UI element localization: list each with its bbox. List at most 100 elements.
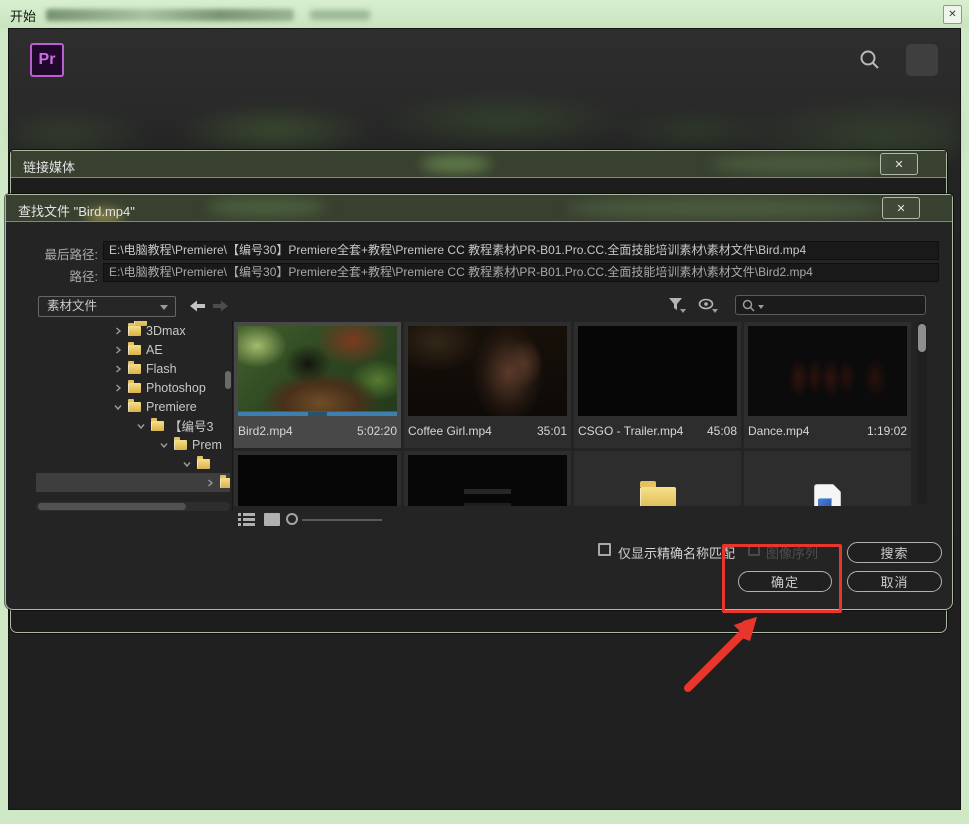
- link-media-close-button[interactable]: ✕: [880, 153, 918, 175]
- find-file-titlebar: 查找文件 "Bird.mp4" ✕: [6, 195, 952, 222]
- tree-item-label: Premiere: [146, 399, 197, 414]
- file-caption: Coffee Girl.mp4 35:01: [408, 420, 567, 442]
- folder-icon: [128, 398, 141, 412]
- video-thumbnail: [238, 326, 397, 416]
- folder-thumbnail: [578, 455, 737, 506]
- media-file-thumbnail: [748, 455, 907, 506]
- file-name: CSGO - Trailer.mp4: [578, 424, 684, 438]
- folder-icon: [128, 360, 141, 374]
- folder-icon: [220, 474, 230, 488]
- chevron-down-icon[interactable]: [159, 440, 169, 450]
- find-file-close-button[interactable]: ✕: [882, 197, 920, 219]
- blurred-title-text: [46, 9, 294, 21]
- list-view-button[interactable]: [238, 512, 256, 531]
- file-card-Dance.mp4[interactable]: Dance.mp4 1:19:02: [744, 322, 911, 448]
- chevron-down-icon[interactable]: [113, 402, 123, 412]
- file-grid: Bird2.mp4 5:02:20 Coffee Girl.mp4 35:01 CSGO…: [234, 321, 918, 506]
- tree-item-label: Flash: [146, 361, 177, 376]
- avatar[interactable]: [906, 44, 938, 76]
- chevron-right-icon[interactable]: [113, 326, 123, 336]
- back-arrow-button[interactable]: [189, 299, 206, 313]
- chevron-right-icon[interactable]: [113, 345, 123, 355]
- tree-item-3Dmax[interactable]: 3Dmax: [36, 321, 230, 340]
- file-name: Dance.mp4: [748, 424, 810, 438]
- tree-item-Flash[interactable]: Flash: [36, 359, 230, 378]
- annotation-rectangle: [722, 544, 842, 613]
- link-media-titlebar: 链接媒体 ✕: [11, 151, 946, 178]
- eye-icon[interactable]: [698, 297, 718, 316]
- tree-item-label: Photoshop: [146, 380, 206, 395]
- zoom-slider-track[interactable]: [302, 519, 382, 521]
- link-media-title: 链接媒体: [23, 160, 76, 175]
- folder-icon: [128, 322, 141, 336]
- blurred-title-text-2: [310, 10, 370, 20]
- tree-item-Photoshop[interactable]: Photoshop: [36, 378, 230, 397]
- file-grid-row1: Bird2.mp4 5:02:20 Coffee Girl.mp4 35:01 CSGO…: [234, 322, 911, 448]
- folder-icon: [197, 455, 210, 469]
- grid-vertical-scrollbar[interactable]: [917, 322, 927, 504]
- tree-item-Prem[interactable]: Prem: [36, 435, 230, 454]
- panel-divider: [232, 321, 233, 511]
- file-card[interactable]: [234, 451, 401, 506]
- file-duration: 1:19:02: [866, 424, 907, 438]
- file-caption: Dance.mp4 1:19:02: [748, 420, 907, 442]
- filter-icon[interactable]: [668, 297, 686, 316]
- scrub-bar: [238, 411, 397, 416]
- chevron-down-icon[interactable]: [136, 421, 146, 431]
- location-dropdown[interactable]: 素材文件: [38, 296, 176, 317]
- location-dropdown-value: 素材文件: [47, 299, 98, 313]
- os-close-button[interactable]: ✕: [943, 5, 962, 24]
- file-card-CSGO - Trailer.mp4[interactable]: CSGO - Trailer.mp4 45:08: [574, 322, 741, 448]
- file-grid-row2: [234, 451, 911, 506]
- file-card[interactable]: [744, 451, 911, 506]
- tree-horizontal-scrollbar[interactable]: [36, 502, 230, 511]
- folder-icon: [639, 480, 676, 506]
- path-value[interactable]: E:\电脑教程\Premiere\【编号30】Premiere全套+教程\Pre…: [103, 263, 939, 282]
- forward-arrow-button[interactable]: [212, 299, 229, 313]
- tree-item-label: Prem: [192, 437, 222, 452]
- folder-icon: [128, 379, 141, 393]
- search-icon[interactable]: [858, 48, 882, 72]
- last-path-value[interactable]: E:\电脑教程\Premiere\【编号30】Premiere全套+教程\Pre…: [103, 241, 939, 260]
- search-button[interactable]: 搜索: [847, 542, 942, 563]
- tree-item[interactable]: [36, 473, 230, 492]
- chevron-down-icon: [160, 305, 168, 310]
- os-window-title: 开始: [10, 9, 37, 24]
- chevron-right-icon[interactable]: [113, 383, 123, 393]
- file-duration: 35:01: [536, 424, 567, 438]
- os-titlebar: 开始 ✕: [0, 0, 969, 28]
- zoom-slider-knob[interactable]: [286, 513, 298, 525]
- tree-item-Premiere[interactable]: Premiere: [36, 397, 230, 416]
- folder-icon: [128, 341, 141, 355]
- scrollbar-thumb[interactable]: [918, 324, 926, 352]
- video-thumbnail: [748, 326, 907, 416]
- cancel-button[interactable]: 取消: [847, 571, 942, 592]
- video-thumbnail: [238, 455, 397, 506]
- tree-item[interactable]: [36, 454, 230, 473]
- file-name: Bird2.mp4: [238, 424, 293, 438]
- file-card[interactable]: [574, 451, 741, 506]
- chevron-down-icon[interactable]: [182, 459, 192, 469]
- file-card[interactable]: [404, 451, 571, 506]
- file-caption: CSGO - Trailer.mp4 45:08: [578, 420, 737, 442]
- file-card-Coffee Girl.mp4[interactable]: Coffee Girl.mp4 35:01: [404, 322, 571, 448]
- file-duration: 5:02:20: [356, 424, 397, 438]
- chevron-right-icon[interactable]: [113, 364, 123, 374]
- folder-icon: [174, 436, 187, 450]
- exact-match-checkbox[interactable]: [598, 543, 611, 556]
- tree-item-【编号3[interactable]: 【编号3: [36, 416, 230, 435]
- file-card-Bird2.mp4[interactable]: Bird2.mp4 5:02:20: [234, 322, 401, 448]
- file-name: Coffee Girl.mp4: [408, 424, 492, 438]
- scrollbar-thumb[interactable]: [38, 503, 186, 510]
- tree-item-label: 3Dmax: [146, 323, 186, 338]
- last-path-label: 最后路径:: [44, 248, 98, 262]
- video-thumbnail: [578, 326, 737, 416]
- search-input[interactable]: [735, 295, 926, 315]
- tree-item-AE[interactable]: AE: [36, 340, 230, 359]
- tree-item-label: 【编号3: [169, 420, 214, 434]
- chevron-right-icon[interactable]: [205, 478, 215, 488]
- tree-vertical-scrollbar[interactable]: [225, 371, 231, 389]
- thumbnail-view-button[interactable]: [264, 513, 280, 531]
- premiere-logo: Pr: [30, 43, 64, 77]
- path-label: 路径:: [69, 270, 98, 284]
